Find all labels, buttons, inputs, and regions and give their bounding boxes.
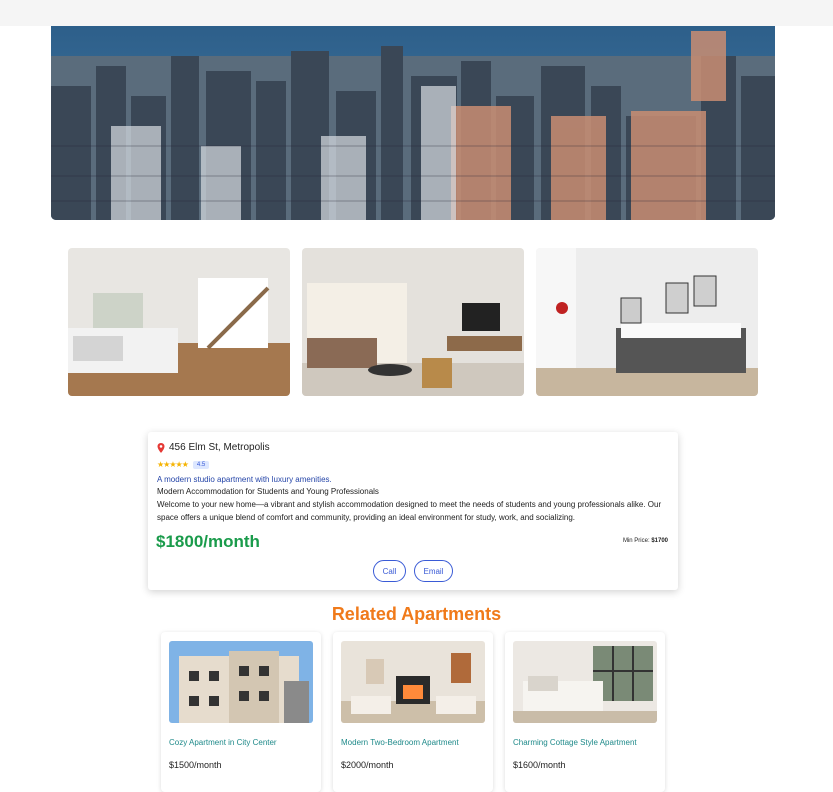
- related-price-2: $2000/month: [341, 760, 394, 770]
- location-pin-icon: [157, 442, 165, 453]
- related-price-3: $1600/month: [513, 760, 566, 770]
- related-image-1[interactable]: [169, 641, 313, 723]
- related-card-2[interactable]: Modern Two-Bedroom Apartment $2000/month: [333, 632, 493, 792]
- listing-price: $1800/month: [156, 532, 260, 551]
- min-price-label: Min Price:: [622, 538, 650, 544]
- gallery-image-living-room[interactable]: [302, 248, 524, 396]
- related-name-1[interactable]: Cozy Apartment in City Center: [169, 738, 277, 747]
- call-button[interactable]: Call: [373, 560, 406, 582]
- related-name-2[interactable]: Modern Two-Bedroom Apartment: [341, 738, 459, 747]
- listing-subtitle: Modern Accommodation for Students and Yo…: [157, 487, 379, 496]
- related-card-3[interactable]: Charming Cottage Style Apartment $1600/m…: [505, 632, 665, 792]
- star-rating-icon: ★★★★★: [157, 460, 189, 469]
- related-image-3[interactable]: [513, 641, 657, 723]
- email-button[interactable]: Email: [414, 560, 453, 582]
- related-apartments-heading: Related Apartments: [331, 604, 502, 624]
- rating-badge: 4.5: [192, 460, 210, 469]
- listing-address: 456 Elm St, Metropolis: [157, 442, 270, 453]
- gallery-image-bedroom[interactable]: [68, 248, 290, 396]
- related-image-2[interactable]: [341, 641, 485, 723]
- related-name-3[interactable]: Charming Cottage Style Apartment: [513, 738, 637, 747]
- hero-image: [51, 26, 775, 220]
- top-bar: [0, 0, 833, 26]
- min-price: Min Price: $1700: [623, 538, 668, 544]
- listing-card: 456 Elm St, Metropolis ★★★★★ 4.5 A moder…: [148, 432, 678, 590]
- listing-description: Welcome to your new home—a vibrant and s…: [157, 500, 662, 522]
- rating: ★★★★★ 4.5: [157, 460, 210, 469]
- listing-tagline: A modern studio apartment with luxury am…: [157, 475, 332, 484]
- address-text: 456 Elm St, Metropolis: [169, 442, 270, 453]
- min-price-value: $1700: [651, 538, 668, 544]
- gallery-image-modern-bedroom[interactable]: [536, 248, 758, 396]
- related-card-1[interactable]: Cozy Apartment in City Center $1500/mont…: [161, 632, 321, 792]
- related-price-1: $1500/month: [169, 760, 222, 770]
